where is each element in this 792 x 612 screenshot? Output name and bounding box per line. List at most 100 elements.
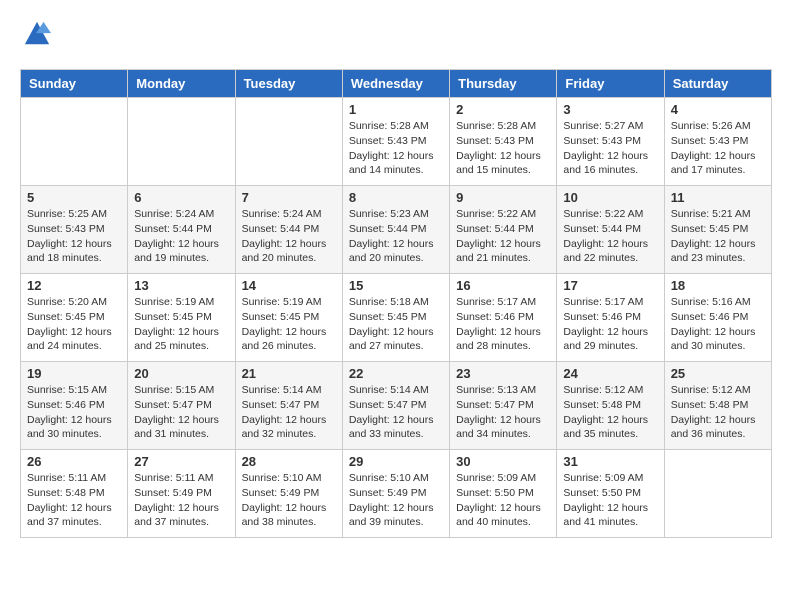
day-info: Sunrise: 5:28 AMSunset: 5:43 PMDaylight:… — [456, 119, 550, 178]
day-info: Sunrise: 5:25 AMSunset: 5:43 PMDaylight:… — [27, 207, 121, 266]
day-number: 10 — [563, 190, 657, 205]
day-info: Sunrise: 5:10 AMSunset: 5:49 PMDaylight:… — [349, 471, 443, 530]
day-info: Sunrise: 5:11 AMSunset: 5:48 PMDaylight:… — [27, 471, 121, 530]
logo — [20, 20, 51, 53]
day-info: Sunrise: 5:12 AMSunset: 5:48 PMDaylight:… — [563, 383, 657, 442]
day-info: Sunrise: 5:19 AMSunset: 5:45 PMDaylight:… — [134, 295, 228, 354]
day-number: 13 — [134, 278, 228, 293]
day-info: Sunrise: 5:12 AMSunset: 5:48 PMDaylight:… — [671, 383, 765, 442]
day-number: 29 — [349, 454, 443, 469]
day-number: 23 — [456, 366, 550, 381]
calendar-cell: 6 Sunrise: 5:24 AMSunset: 5:44 PMDaylight… — [128, 186, 235, 274]
col-header-monday: Monday — [128, 70, 235, 98]
day-info: Sunrise: 5:11 AMSunset: 5:49 PMDaylight:… — [134, 471, 228, 530]
calendar-cell — [664, 450, 771, 538]
day-info: Sunrise: 5:26 AMSunset: 5:43 PMDaylight:… — [671, 119, 765, 178]
day-number: 8 — [349, 190, 443, 205]
calendar-cell: 20 Sunrise: 5:15 AMSunset: 5:47 PMDayligh… — [128, 362, 235, 450]
calendar-cell: 26 Sunrise: 5:11 AMSunset: 5:48 PMDayligh… — [21, 450, 128, 538]
page-header — [20, 20, 772, 53]
col-header-tuesday: Tuesday — [235, 70, 342, 98]
calendar-cell: 17 Sunrise: 5:17 AMSunset: 5:46 PMDayligh… — [557, 274, 664, 362]
calendar-cell: 10 Sunrise: 5:22 AMSunset: 5:44 PMDayligh… — [557, 186, 664, 274]
calendar-cell: 22 Sunrise: 5:14 AMSunset: 5:47 PMDayligh… — [342, 362, 449, 450]
day-number: 26 — [27, 454, 121, 469]
col-header-friday: Friday — [557, 70, 664, 98]
day-number: 17 — [563, 278, 657, 293]
day-info: Sunrise: 5:14 AMSunset: 5:47 PMDaylight:… — [349, 383, 443, 442]
day-number: 7 — [242, 190, 336, 205]
calendar-cell: 29 Sunrise: 5:10 AMSunset: 5:49 PMDayligh… — [342, 450, 449, 538]
day-info: Sunrise: 5:24 AMSunset: 5:44 PMDaylight:… — [242, 207, 336, 266]
calendar-cell: 9Sunrise: 5:22 AMSunset: 5:44 PMDaylight… — [450, 186, 557, 274]
day-number: 1 — [349, 102, 443, 117]
day-number: 5 — [27, 190, 121, 205]
calendar-cell: 4Sunrise: 5:26 AMSunset: 5:43 PMDaylight… — [664, 98, 771, 186]
day-info: Sunrise: 5:17 AMSunset: 5:46 PMDaylight:… — [456, 295, 550, 354]
day-number: 14 — [242, 278, 336, 293]
calendar-table: SundayMondayTuesdayWednesdayThursdayFrid… — [20, 69, 772, 538]
day-number: 21 — [242, 366, 336, 381]
day-number: 22 — [349, 366, 443, 381]
col-header-saturday: Saturday — [664, 70, 771, 98]
day-number: 30 — [456, 454, 550, 469]
day-info: Sunrise: 5:21 AMSunset: 5:45 PMDaylight:… — [671, 207, 765, 266]
day-info: Sunrise: 5:22 AMSunset: 5:44 PMDaylight:… — [563, 207, 657, 266]
calendar-cell — [128, 98, 235, 186]
day-info: Sunrise: 5:10 AMSunset: 5:49 PMDaylight:… — [242, 471, 336, 530]
day-number: 15 — [349, 278, 443, 293]
calendar-cell: 23 Sunrise: 5:13 AMSunset: 5:47 PMDayligh… — [450, 362, 557, 450]
day-number: 31 — [563, 454, 657, 469]
day-info: Sunrise: 5:20 AMSunset: 5:45 PMDaylight:… — [27, 295, 121, 354]
calendar-cell: 14 Sunrise: 5:19 AMSunset: 5:45 PMDayligh… — [235, 274, 342, 362]
calendar-cell: 27 Sunrise: 5:11 AMSunset: 5:49 PMDayligh… — [128, 450, 235, 538]
day-info: Sunrise: 5:28 AMSunset: 5:43 PMDaylight:… — [349, 119, 443, 178]
day-number: 6 — [134, 190, 228, 205]
day-number: 24 — [563, 366, 657, 381]
day-number: 18 — [671, 278, 765, 293]
day-info: Sunrise: 5:19 AMSunset: 5:45 PMDaylight:… — [242, 295, 336, 354]
col-header-wednesday: Wednesday — [342, 70, 449, 98]
calendar-cell: 25 Sunrise: 5:12 AMSunset: 5:48 PMDayligh… — [664, 362, 771, 450]
calendar-cell: 12 Sunrise: 5:20 AMSunset: 5:45 PMDayligh… — [21, 274, 128, 362]
day-number: 19 — [27, 366, 121, 381]
calendar-cell: 30 Sunrise: 5:09 AMSunset: 5:50 PMDayligh… — [450, 450, 557, 538]
day-number: 27 — [134, 454, 228, 469]
day-info: Sunrise: 5:09 AMSunset: 5:50 PMDaylight:… — [563, 471, 657, 530]
calendar-cell: 8 Sunrise: 5:23 AMSunset: 5:44 PMDaylight… — [342, 186, 449, 274]
calendar-cell: 2 Sunrise: 5:28 AMSunset: 5:43 PMDaylight… — [450, 98, 557, 186]
day-info: Sunrise: 5:18 AMSunset: 5:45 PMDaylight:… — [349, 295, 443, 354]
day-number: 2 — [456, 102, 550, 117]
calendar-cell: 3Sunrise: 5:27 AMSunset: 5:43 PMDaylight… — [557, 98, 664, 186]
day-number: 12 — [27, 278, 121, 293]
day-info: Sunrise: 5:24 AMSunset: 5:44 PMDaylight:… — [134, 207, 228, 266]
day-info: Sunrise: 5:15 AMSunset: 5:47 PMDaylight:… — [134, 383, 228, 442]
day-number: 16 — [456, 278, 550, 293]
calendar-cell: 31 Sunrise: 5:09 AMSunset: 5:50 PMDayligh… — [557, 450, 664, 538]
day-info: Sunrise: 5:14 AMSunset: 5:47 PMDaylight:… — [242, 383, 336, 442]
calendar-cell: 28 Sunrise: 5:10 AMSunset: 5:49 PMDayligh… — [235, 450, 342, 538]
calendar-cell: 1 Sunrise: 5:28 AMSunset: 5:43 PMDaylight… — [342, 98, 449, 186]
col-header-sunday: Sunday — [21, 70, 128, 98]
calendar-cell — [235, 98, 342, 186]
calendar-cell: 5 Sunrise: 5:25 AMSunset: 5:43 PMDaylight… — [21, 186, 128, 274]
day-number: 3 — [563, 102, 657, 117]
calendar-cell: 11Sunrise: 5:21 AMSunset: 5:45 PMDayligh… — [664, 186, 771, 274]
calendar-cell: 15 Sunrise: 5:18 AMSunset: 5:45 PMDayligh… — [342, 274, 449, 362]
day-info: Sunrise: 5:23 AMSunset: 5:44 PMDaylight:… — [349, 207, 443, 266]
day-number: 20 — [134, 366, 228, 381]
day-info: Sunrise: 5:17 AMSunset: 5:46 PMDaylight:… — [563, 295, 657, 354]
calendar-cell — [21, 98, 128, 186]
day-info: Sunrise: 5:09 AMSunset: 5:50 PMDaylight:… — [456, 471, 550, 530]
day-number: 28 — [242, 454, 336, 469]
day-number: 25 — [671, 366, 765, 381]
logo-text — [20, 20, 51, 53]
calendar-cell: 16 Sunrise: 5:17 AMSunset: 5:46 PMDayligh… — [450, 274, 557, 362]
calendar-cell: 21 Sunrise: 5:14 AMSunset: 5:47 PMDayligh… — [235, 362, 342, 450]
calendar-cell: 19Sunrise: 5:15 AMSunset: 5:46 PMDayligh… — [21, 362, 128, 450]
calendar-cell: 13 Sunrise: 5:19 AMSunset: 5:45 PMDayligh… — [128, 274, 235, 362]
calendar-cell: 7 Sunrise: 5:24 AMSunset: 5:44 PMDaylight… — [235, 186, 342, 274]
calendar-cell: 24 Sunrise: 5:12 AMSunset: 5:48 PMDayligh… — [557, 362, 664, 450]
col-header-thursday: Thursday — [450, 70, 557, 98]
day-info: Sunrise: 5:13 AMSunset: 5:47 PMDaylight:… — [456, 383, 550, 442]
